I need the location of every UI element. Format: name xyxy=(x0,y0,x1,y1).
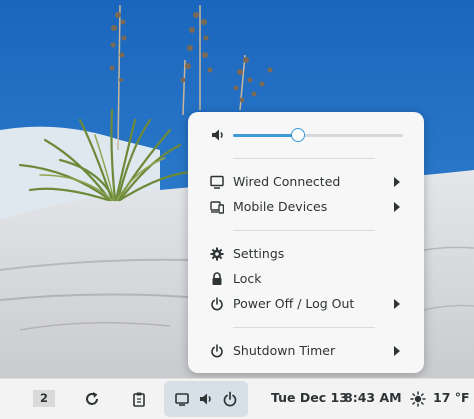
power-icon xyxy=(211,297,223,311)
system-tray-button[interactable] xyxy=(164,381,248,417)
menu-item-label: Settings xyxy=(233,246,285,261)
menu-separator xyxy=(233,327,375,328)
menu-item-mobile-devices[interactable]: Mobile Devices xyxy=(188,195,424,219)
devices-icon xyxy=(210,201,224,214)
clock-time[interactable]: 8:43 AM xyxy=(344,390,402,406)
menu-item-label: Mobile Devices xyxy=(233,199,328,214)
refresh-icon[interactable] xyxy=(84,391,100,407)
monitor-icon xyxy=(210,175,224,189)
sun-icon xyxy=(410,391,426,407)
taskbar: 2 Tue Dec 13 8:43 AM 17 °F xyxy=(0,378,474,419)
submenu-arrow-icon xyxy=(394,299,400,309)
volume-slider[interactable] xyxy=(233,128,403,142)
submenu-arrow-icon xyxy=(394,346,400,356)
submenu-arrow-icon xyxy=(394,202,400,212)
weather-temperature[interactable]: 17 °F xyxy=(433,390,470,406)
menu-separator xyxy=(233,230,375,231)
menu-item-shutdown-timer[interactable]: Shutdown Timer xyxy=(188,339,424,363)
system-menu-popup: Wired Connected Mobile Devices Settings … xyxy=(188,112,424,373)
volume-slider-handle[interactable] xyxy=(290,128,305,142)
gear-icon xyxy=(210,247,224,261)
power-icon xyxy=(211,344,223,358)
menu-item-label: Power Off / Log Out xyxy=(233,296,355,311)
menu-item-settings[interactable]: Settings xyxy=(188,242,424,266)
clipboard-icon[interactable] xyxy=(131,391,147,407)
clock-date[interactable]: Tue Dec 13 xyxy=(271,390,348,406)
menu-item-label: Lock xyxy=(233,271,262,286)
lock-icon xyxy=(212,272,222,285)
menu-item-wired-connected[interactable]: Wired Connected xyxy=(188,170,424,194)
menu-separator xyxy=(233,158,375,159)
monitor-icon xyxy=(175,393,189,406)
volume-icon xyxy=(200,393,211,405)
power-icon xyxy=(223,391,237,407)
menu-item-label: Wired Connected xyxy=(233,174,341,189)
menu-item-lock[interactable]: Lock xyxy=(188,267,424,291)
menu-item-label: Shutdown Timer xyxy=(233,343,336,358)
menu-item-power-off[interactable]: Power Off / Log Out xyxy=(188,292,424,316)
submenu-arrow-icon xyxy=(394,177,400,187)
workspace-indicator[interactable]: 2 xyxy=(33,390,55,407)
volume-slider-fill xyxy=(233,134,298,137)
volume-icon xyxy=(212,129,223,141)
volume-row xyxy=(188,122,424,148)
